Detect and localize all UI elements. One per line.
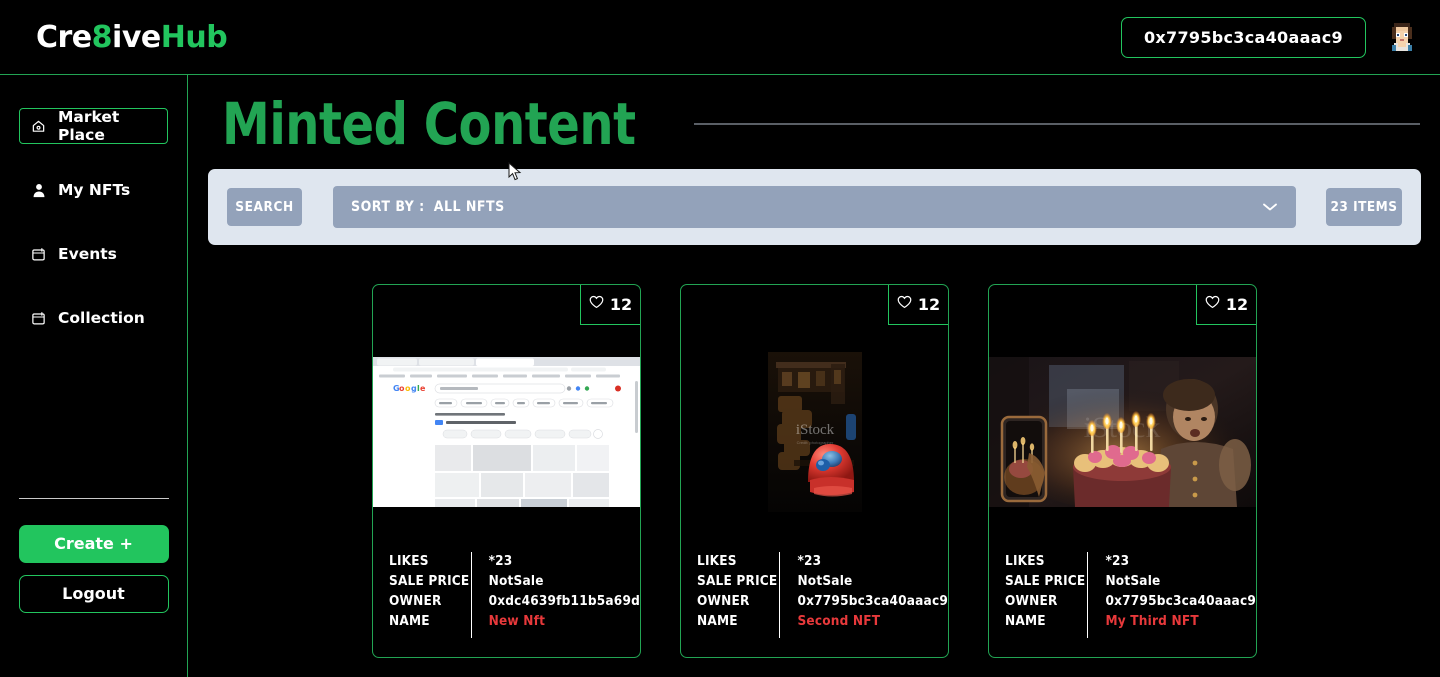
value-likes: *23 xyxy=(797,553,822,569)
value-owner: 0x7795bc3ca40aaac9 xyxy=(1105,593,1256,609)
nft-card[interactable]: 12 xyxy=(988,284,1257,658)
label-likes: LIKES xyxy=(389,553,429,569)
label-name: NAME xyxy=(697,613,738,629)
sidebar-item-my-nfts[interactable]: My NFTs xyxy=(19,172,168,208)
nft-media-birthday-cake: iStock xyxy=(989,330,1256,533)
logo-part-1: Cre xyxy=(36,19,92,55)
nft-info-values: *23 NotSale 0x7795bc3ca40aaac9 Second NF… xyxy=(779,552,948,638)
page-title-row: Minted Content xyxy=(222,95,1440,153)
items-count-button[interactable]: 23 ITEMS xyxy=(1326,188,1402,226)
sort-by-label: SORT BY : xyxy=(351,199,425,215)
label-owner: OWNER xyxy=(389,593,442,609)
heart-icon xyxy=(589,295,604,314)
nft-info-values: *23 NotSale 0xdc4639fb11b5a69d New Nft xyxy=(470,552,640,638)
sidebar-item-events[interactable]: Events xyxy=(19,236,168,272)
nft-info: LIKES SALE PRICE OWNER NAME *23 NotSale … xyxy=(373,534,640,657)
create-button[interactable]: Create + xyxy=(18,525,169,563)
value-sale-price: NotSale xyxy=(488,573,544,589)
like-count: 12 xyxy=(917,295,941,314)
page-title: Minted Content xyxy=(222,90,636,158)
filter-toolbar: SEARCH SORT BY : ALL NFTS 23 ITEMS xyxy=(208,169,1421,245)
label-sale-price: SALE PRICE xyxy=(1005,573,1086,589)
nft-info: LIKES SALE PRICE OWNER NAME *23 NotSale … xyxy=(681,534,948,657)
search-button[interactable]: SEARCH xyxy=(227,188,302,226)
nft-info-labels: LIKES SALE PRICE OWNER NAME xyxy=(1005,552,1087,657)
sidebar-divider xyxy=(18,498,169,499)
top-header: Cre 8 ive Hub 0x7795bc3ca40aaac9 xyxy=(0,0,1440,75)
sidebar-item-collection[interactable]: Collection xyxy=(19,300,168,336)
title-rule xyxy=(693,123,1420,125)
logout-button[interactable]: Logout xyxy=(18,575,169,613)
sidebar-item-label: Market Place xyxy=(58,108,120,144)
like-badge[interactable]: 12 xyxy=(888,285,948,325)
label-name: NAME xyxy=(1005,613,1046,629)
calendar-icon xyxy=(30,246,47,263)
logo-part-3: ive xyxy=(112,19,161,55)
label-sale-price: SALE PRICE xyxy=(389,573,470,589)
svg-text:e: e xyxy=(420,384,426,393)
sidebar-item-label: Events xyxy=(58,245,117,263)
value-sale-price: NotSale xyxy=(1105,573,1161,589)
value-owner: 0xdc4639fb11b5a69d xyxy=(488,593,640,609)
nft-info-labels: LIKES SALE PRICE OWNER NAME xyxy=(389,552,471,657)
logo-part-4: Hub xyxy=(160,19,228,55)
label-name: NAME xyxy=(389,613,430,629)
nft-info-labels: LIKES SALE PRICE OWNER NAME xyxy=(697,552,779,657)
label-owner: OWNER xyxy=(697,593,750,609)
header-right-group: 0x7795bc3ca40aaac9 xyxy=(1120,16,1420,58)
main-content: Minted Content SEARCH SORT BY : ALL NFTS… xyxy=(189,75,1440,677)
heart-icon xyxy=(1205,295,1220,314)
user-avatar[interactable] xyxy=(1384,19,1420,55)
nft-card[interactable]: 12 xyxy=(680,284,949,658)
sidebar-item-market-place[interactable]: Market Place xyxy=(19,108,168,144)
sort-by-value: ALL NFTS xyxy=(433,199,505,215)
label-owner: OWNER xyxy=(1005,593,1058,609)
svg-text:Credit: photographer: Credit: photographer xyxy=(796,440,833,445)
home-icon xyxy=(30,118,47,135)
person-icon xyxy=(30,182,47,199)
logo-part-2: 8 xyxy=(91,19,113,55)
like-badge[interactable]: 12 xyxy=(580,285,640,325)
value-likes: *23 xyxy=(488,553,513,569)
svg-text:iStock: iStock xyxy=(1084,411,1161,444)
nft-info: LIKES SALE PRICE OWNER NAME *23 NotSale … xyxy=(989,534,1256,657)
sidebar-nav: Market Place My NFTs Events Collection C… xyxy=(0,75,188,677)
wallet-address-button[interactable]: 0x7795bc3ca40aaac9 xyxy=(1120,16,1366,58)
app-root: Cre 8 ive Hub 0x7795bc3ca40aaac9 Market … xyxy=(0,0,1440,677)
sidebar-item-label: Collection xyxy=(58,309,145,327)
nft-card[interactable]: 12 xyxy=(372,284,641,658)
like-count: 12 xyxy=(1225,295,1249,314)
app-logo[interactable]: Cre 8 ive Hub xyxy=(36,19,228,55)
heart-icon xyxy=(897,295,912,314)
label-sale-price: SALE PRICE xyxy=(697,573,778,589)
like-count: 12 xyxy=(609,295,633,314)
sort-by-dropdown[interactable]: SORT BY : ALL NFTS xyxy=(333,186,1296,228)
svg-text:iStock: iStock xyxy=(795,422,834,438)
value-name: My Third NFT xyxy=(1105,613,1199,629)
label-likes: LIKES xyxy=(1005,553,1045,569)
nft-media-carnival-ride: iStock Credit: photographer xyxy=(681,330,948,533)
value-sale-price: NotSale xyxy=(797,573,853,589)
sidebar-item-label: My NFTs xyxy=(58,181,131,199)
nft-media-browser-screenshot: G o o g l e xyxy=(373,330,640,533)
like-badge[interactable]: 12 xyxy=(1196,285,1256,325)
phone-recording xyxy=(1000,415,1048,502)
nft-info-values: *23 NotSale 0x7795bc3ca40aaac9 My Third … xyxy=(1087,552,1256,638)
value-likes: *23 xyxy=(1105,553,1130,569)
chevron-down-icon xyxy=(1262,202,1278,212)
value-name: Second NFT xyxy=(797,613,881,629)
value-name: New Nft xyxy=(488,613,546,629)
nft-card-grid: 12 G o o g l e LIKES SALE PRICE OWNER NA… xyxy=(372,284,1257,658)
value-owner: 0x7795bc3ca40aaac9 xyxy=(797,593,948,609)
label-likes: LIKES xyxy=(697,553,737,569)
calendar-icon xyxy=(30,310,47,327)
